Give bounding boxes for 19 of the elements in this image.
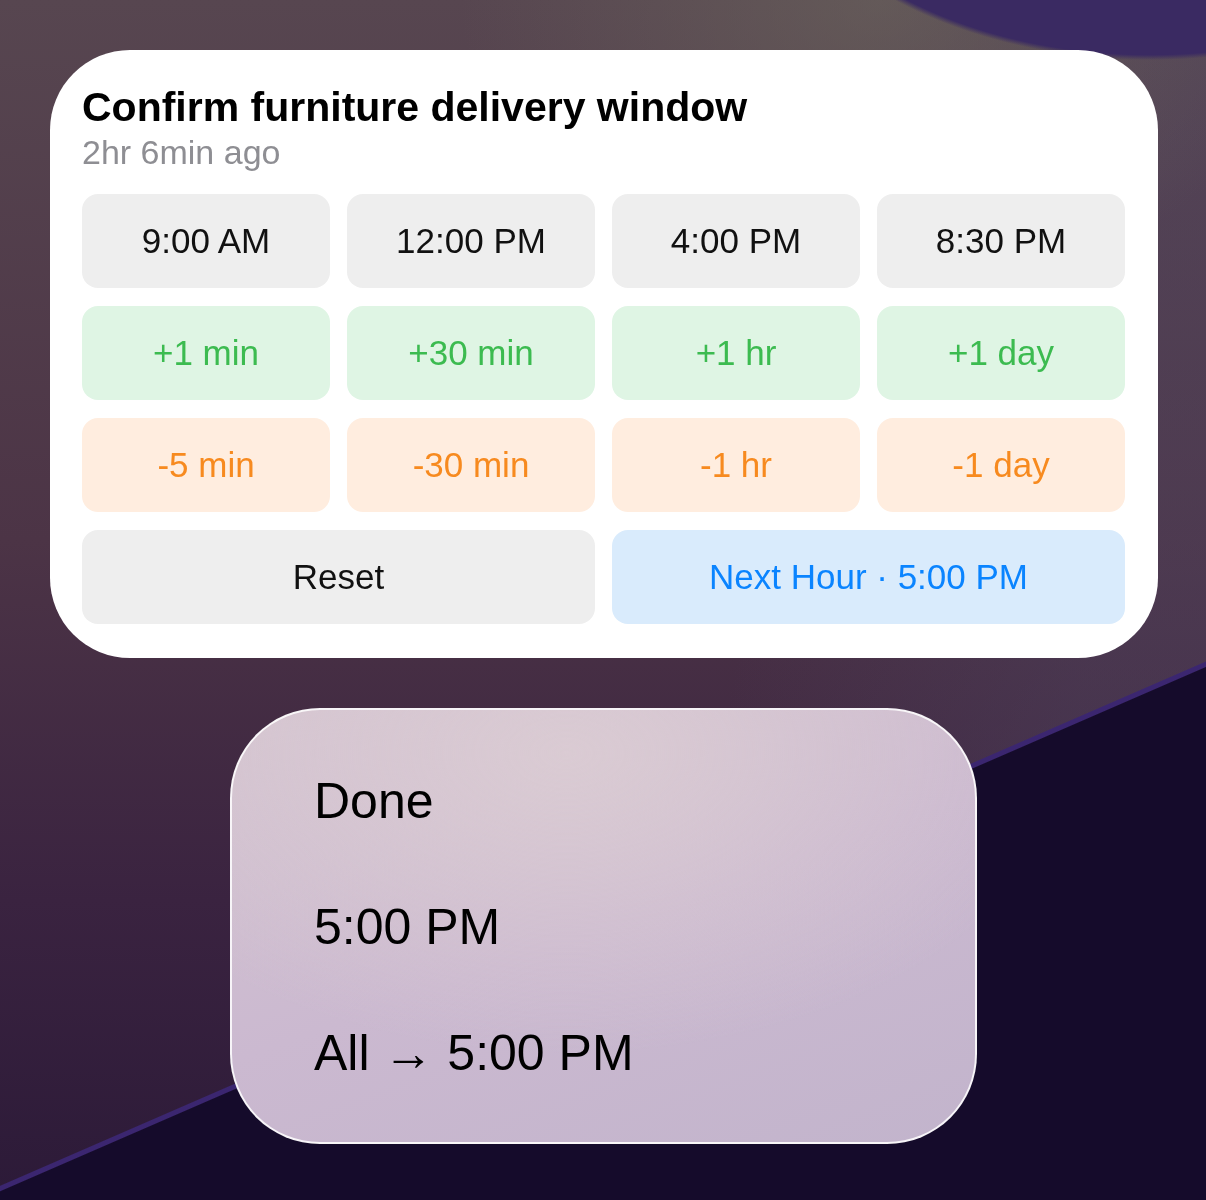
time-preset-button[interactable]: 4:00 PM	[612, 194, 860, 288]
menu-item[interactable]: 5:00 PM	[314, 864, 501, 990]
add-time-button[interactable]: +1 hr	[612, 306, 860, 400]
menu-item[interactable]: All → 5:00 PM	[314, 990, 634, 1116]
time-preset-button[interactable]: 9:00 AM	[82, 194, 330, 288]
menu-item[interactable]: Done	[314, 738, 434, 864]
reset-button[interactable]: Reset	[82, 530, 595, 624]
subtract-time-button[interactable]: -30 min	[347, 418, 595, 512]
subtract-time-button[interactable]: -5 min	[82, 418, 330, 512]
notification-title: Confirm furniture delivery window	[82, 83, 749, 131]
add-time-button[interactable]: +30 min	[347, 306, 595, 400]
add-time-button[interactable]: +1 day	[877, 306, 1125, 400]
subtract-time-button[interactable]: -1 hr	[612, 418, 860, 512]
timestamp: 2hr 6min ago	[82, 133, 282, 171]
subtract-time-button[interactable]: -1 day	[877, 418, 1125, 512]
add-time-button[interactable]: +1 min	[82, 306, 330, 400]
next-hour-button[interactable]: Next Hour · 5:00 PM	[612, 530, 1125, 624]
time-preset-button[interactable]: 8:30 PM	[877, 194, 1125, 288]
time-preset-button[interactable]: 12:00 PM	[347, 194, 595, 288]
